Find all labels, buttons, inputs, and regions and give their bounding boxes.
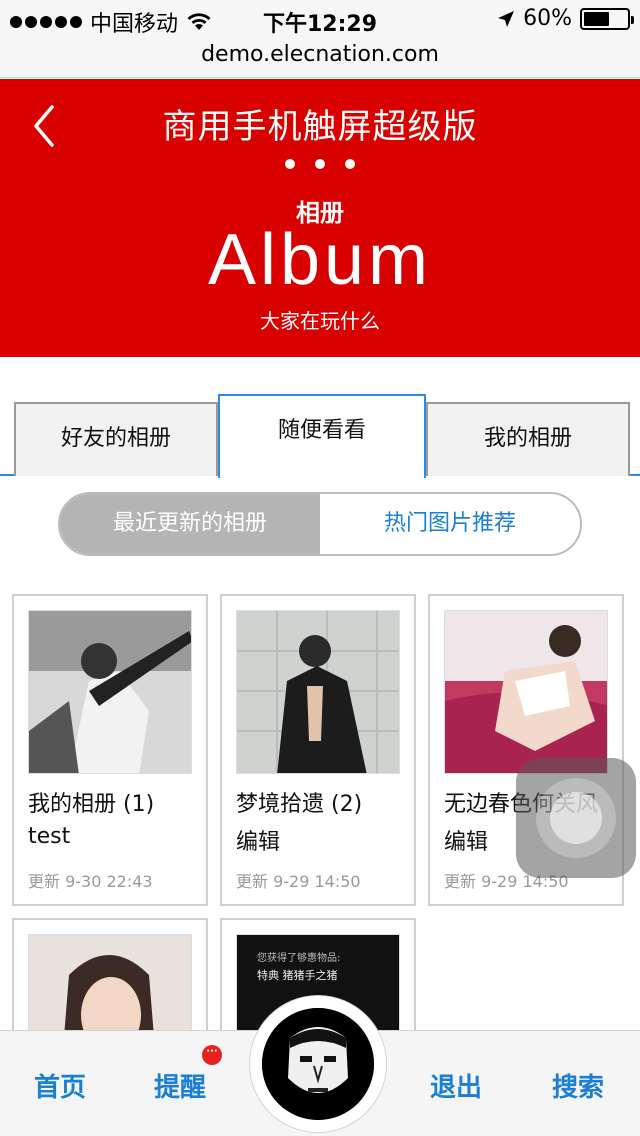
- more-dots-icon[interactable]: [0, 159, 640, 169]
- assistive-touch-button[interactable]: [516, 758, 636, 878]
- nav-search[interactable]: 搜索: [552, 1067, 604, 1104]
- album-title[interactable]: 我的相册 (1): [28, 786, 154, 818]
- header-caption: 大家在玩什么: [260, 309, 380, 333]
- header-big-title: Album: [207, 220, 433, 300]
- avatar: [262, 1008, 374, 1120]
- tab-browse[interactable]: 随便看看: [218, 394, 426, 478]
- album-title[interactable]: 梦境拾遗 (2): [236, 786, 362, 818]
- segment-hot[interactable]: 热门图片推荐: [320, 494, 580, 554]
- album-thumbnail[interactable]: [236, 610, 400, 774]
- nav-remind[interactable]: 提醒: [154, 1067, 206, 1104]
- nav-logout[interactable]: 退出: [430, 1067, 482, 1104]
- segmented-control: 最近更新的相册 热门图片推荐: [58, 492, 582, 556]
- battery-fill: [584, 11, 610, 26]
- album-edit-link[interactable]: 编辑: [236, 824, 280, 856]
- tab-friends-albums[interactable]: 好友的相册: [14, 402, 218, 476]
- segment-recent[interactable]: 最近更新的相册: [60, 494, 320, 554]
- album-update-time: 更新 9-29 14:50: [236, 872, 361, 891]
- tab-my-albums[interactable]: 我的相册: [426, 402, 630, 476]
- notification-badge: ···: [202, 1045, 222, 1065]
- thumb-caption-line-1: 您获得了够惠物品:: [257, 953, 341, 964]
- battery-icon: [580, 7, 634, 30]
- album-update-time: 更新 9-30 22:43: [28, 872, 153, 891]
- assistive-inner: [550, 792, 602, 844]
- status-right: 60%: [497, 6, 634, 31]
- album-card[interactable]: 梦境拾遗 (2) 编辑 更新 9-29 14:50: [220, 594, 416, 906]
- page-title: 商用手机触屏超级版: [162, 107, 478, 147]
- album-description: test: [28, 824, 71, 849]
- album-thumbnail[interactable]: [28, 610, 192, 774]
- nav-home[interactable]: 首页: [34, 1067, 86, 1104]
- album-edit-link[interactable]: 编辑: [444, 824, 488, 856]
- url-bar[interactable]: demo.elecnation.com: [0, 40, 640, 78]
- battery-percent: 60%: [523, 6, 572, 31]
- album-card[interactable]: 我的相册 (1) test 更新 9-30 22:43: [12, 594, 208, 906]
- thumb-caption-line-2: 特典 猪猪手之猪: [257, 969, 338, 982]
- avatar-button[interactable]: [250, 996, 386, 1132]
- status-bar: 中国移动 下午12:29 60%: [0, 0, 640, 40]
- album-thumbnail[interactable]: [444, 610, 608, 774]
- tab-bar: 好友的相册 随便看看 我的相册: [0, 394, 640, 478]
- location-arrow-icon: [498, 10, 515, 27]
- page: 中国移动 下午12:29 60% demo.elecnation.com 商用手…: [0, 0, 640, 1136]
- page-header: 商用手机触屏超级版 相册 Album 大家在玩什么: [0, 79, 640, 357]
